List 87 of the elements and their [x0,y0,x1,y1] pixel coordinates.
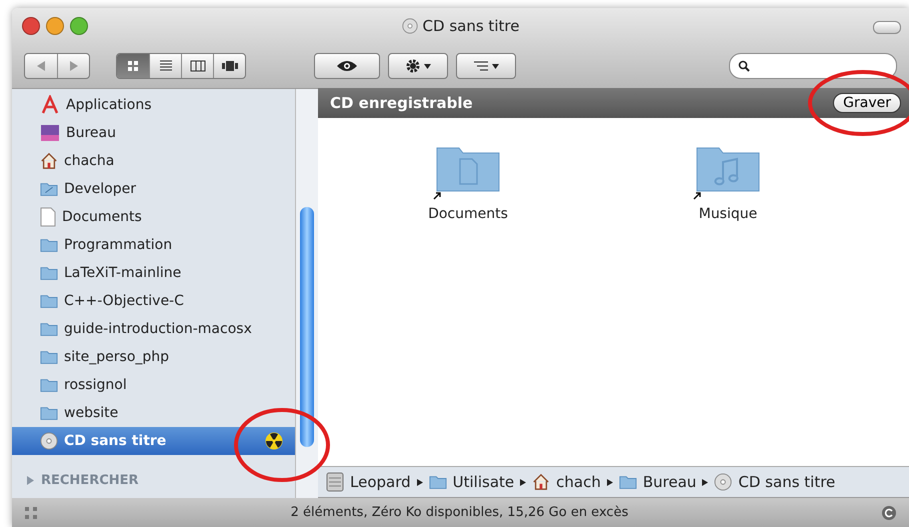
sync-icon [881,504,897,520]
folder-icon [40,265,58,281]
sidebar-item[interactable]: C++-Objective-C [12,287,295,315]
grid-icon [127,60,139,72]
disc-icon [714,473,732,491]
hard-drive-icon [326,472,344,492]
path-item[interactable]: CD sans titre [738,473,836,491]
coverflow-icon [220,60,238,72]
sidebar-label: guide-introduction-macosx [64,321,253,337]
path-separator-icon [702,478,708,486]
sidebar-item[interactable]: Documents [12,203,295,231]
home-icon [532,473,550,491]
grip-icon [24,506,38,520]
sidebar-label: website [64,405,120,421]
sidebar-item[interactable]: Developer [12,175,295,203]
sidebar-label: site_perso_php [64,349,170,365]
sidebar-item[interactable]: Bureau [12,119,295,147]
sidebar-label: Programmation [64,237,174,253]
sidebar-label: C++-Objective-C [64,293,185,309]
forward-icon [70,61,78,71]
path-separator-icon [606,478,613,486]
gear-icon [405,58,421,74]
folder-icon [40,405,58,421]
columns-icon [190,60,206,72]
view-button[interactable] [117,54,149,78]
sidebar-label: Documents [62,209,143,225]
window-title: CD sans titre [422,17,520,35]
desktop-icon [40,124,60,142]
folder-icon [40,321,58,337]
sidebar-item[interactable]: website [12,399,295,427]
radiation-icon[interactable] [265,432,283,450]
sidebar-label: chacha [64,153,116,169]
path-separator-icon [520,478,526,486]
sidebar-item[interactable]: guide-introduction-macosx [12,315,295,343]
sidebar-item[interactable]: Programmation [12,231,295,259]
folder-icon [618,474,637,490]
close-button[interactable] [22,17,40,35]
action-button[interactable] [388,53,448,79]
eye-icon [336,60,358,72]
folder-icon [40,237,58,253]
lines-icon [473,61,489,71]
toolbar-toggle-button[interactable] [873,21,901,34]
path-item[interactable]: chach [556,473,601,491]
search-field[interactable] [729,53,897,79]
sidebar-label: Bureau [66,125,117,141]
path-item[interactable]: Utilisate [452,473,514,491]
search-icon [738,60,750,72]
back-icon [37,61,45,71]
arrange-button[interactable] [456,53,516,79]
sidebar-label: Applications [66,97,153,113]
folder-icon [40,349,58,365]
section-heading: RECHERCHER [41,473,139,488]
folder-icon [40,377,58,393]
path-separator-icon [416,478,423,486]
sidebar-item[interactable]: CD sans titre [12,427,295,455]
sidebar-label: Developer [64,181,138,197]
sidebar-item[interactable]: LaTeXiT-mainline [12,259,295,287]
caret-icon [424,64,431,68]
quick-look-button[interactable] [314,53,380,79]
sidebar-label: CD sans titre [64,433,168,449]
path-item[interactable]: Bureau [642,473,696,491]
minimize-button[interactable] [46,17,64,35]
folder-icon [40,181,58,197]
header-title: CD enregistrable [330,94,473,112]
applications-icon [40,95,60,115]
home-icon [40,152,58,170]
file-label: Musique [698,206,758,222]
sidebar-item[interactable]: rossignol [12,371,295,399]
disc-icon [402,18,418,34]
sidebar-label: rossignol [64,377,128,393]
scrollbar-thumb[interactable] [300,207,314,447]
folder-icon [40,293,58,309]
folder-icon [428,474,447,490]
sidebar-item[interactable]: Applications [12,91,295,119]
list-icon [158,60,172,72]
path-item[interactable]: Leopard [350,473,411,491]
burn-button[interactable]: Graver [833,93,901,113]
scrollbar[interactable] [295,89,318,498]
status-text: 2 éléments, Zéro Ko disponibles, 15,26 Go en excès [290,505,630,520]
document-icon [40,207,56,227]
sidebar-item[interactable]: chacha [12,147,295,175]
zoom-button[interactable] [70,17,88,35]
sidebar-item[interactable]: site_perso_php [12,343,295,371]
file-label: Documents [428,206,508,222]
disc-icon [40,432,58,450]
sidebar-label: LaTeXiT-mainline [64,265,182,281]
caret-icon [492,64,499,68]
